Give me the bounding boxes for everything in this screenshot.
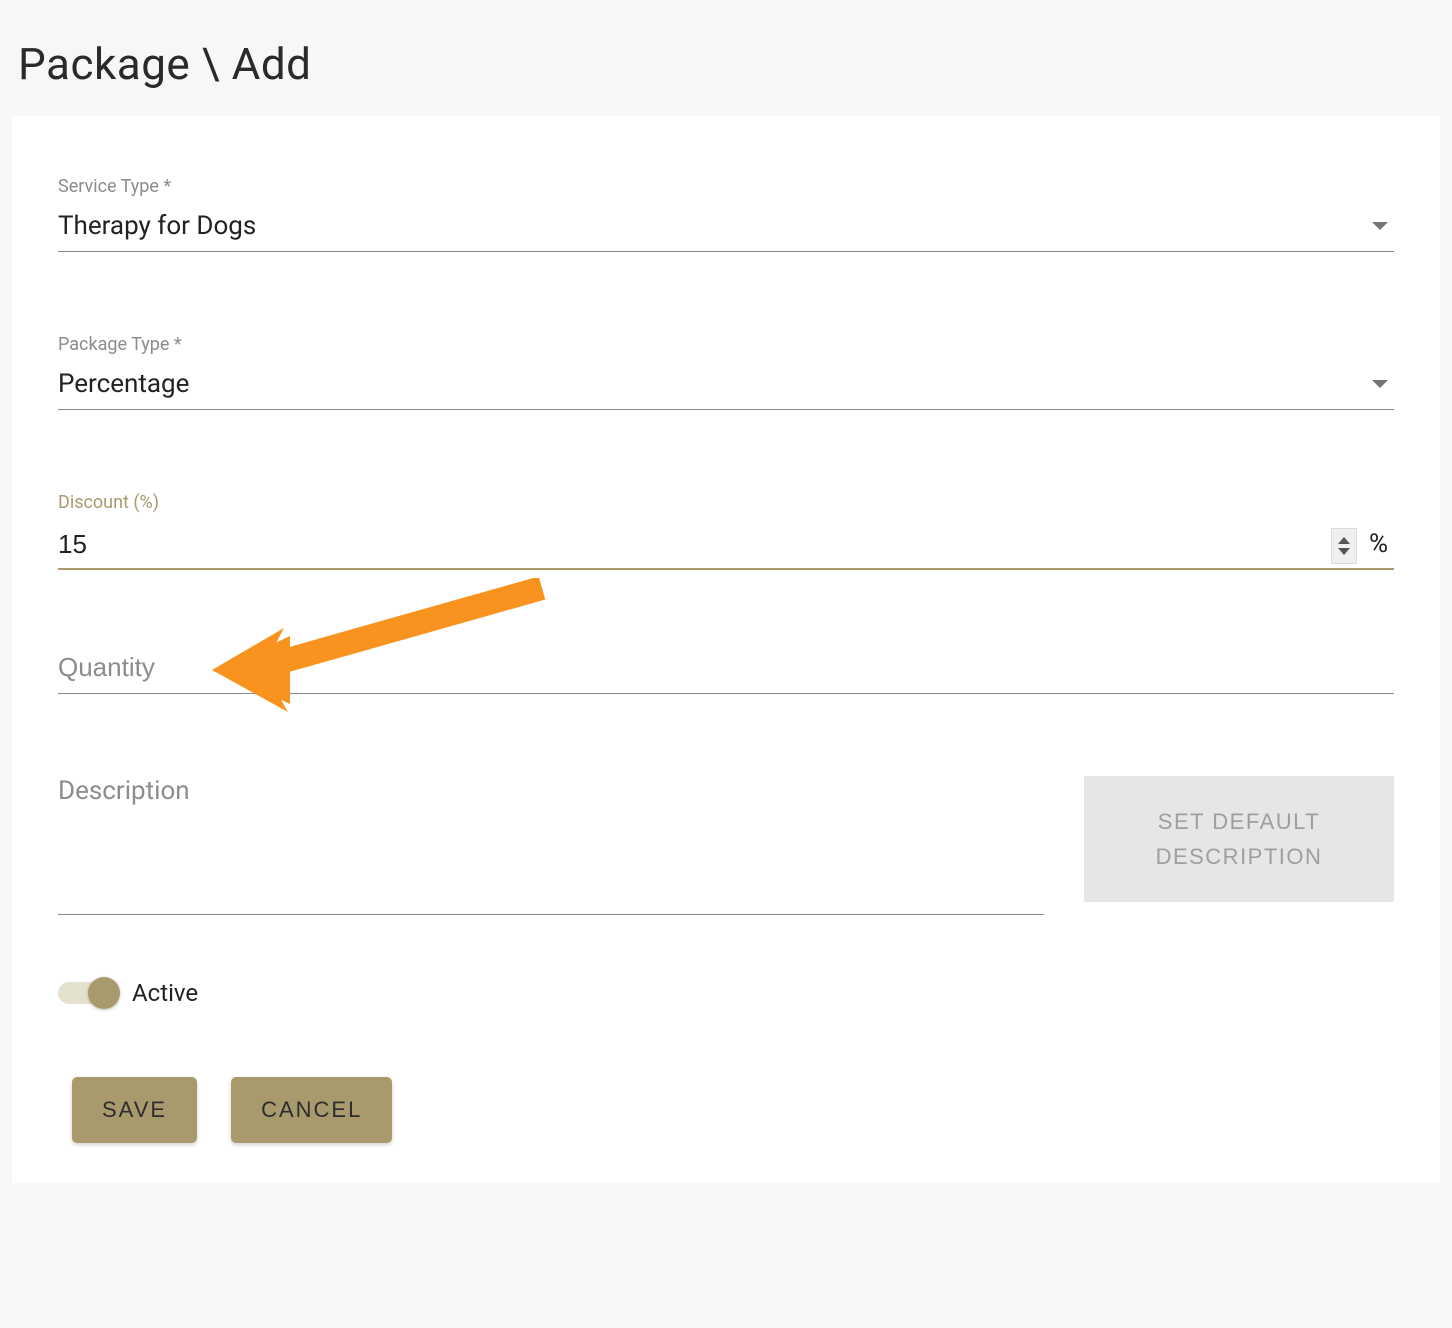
description-label: Description (58, 776, 1044, 806)
package-type-value: Percentage (58, 369, 189, 399)
toggle-knob (88, 977, 120, 1009)
discount-unit: % (1367, 529, 1394, 563)
discount-field: Discount (%) % (58, 492, 1394, 570)
set-default-description-button[interactable]: SET DEFAULT DESCRIPTION (1084, 776, 1394, 902)
service-type-value: Therapy for Dogs (58, 211, 256, 241)
quantity-stepper[interactable] (1331, 528, 1357, 564)
active-row: Active (58, 979, 1394, 1007)
actions-row: SAVE CANCEL (72, 1077, 1394, 1143)
service-type-field: Service Type * Therapy for Dogs (58, 176, 1394, 252)
active-label: Active (132, 979, 198, 1007)
description-block: Description SET DEFAULT DESCRIPTION (58, 776, 1394, 919)
page-title: Package \ Add (18, 38, 1452, 90)
discount-label: Discount (%) (58, 492, 1394, 513)
caret-down-icon (1372, 380, 1388, 388)
description-textarea[interactable] (58, 866, 1044, 915)
quantity-input[interactable] (58, 652, 1394, 683)
service-type-label: Service Type * (58, 176, 1394, 197)
package-type-label: Package Type * (58, 334, 1394, 355)
cancel-button[interactable]: CANCEL (231, 1077, 392, 1143)
step-down-icon[interactable] (1338, 548, 1350, 555)
quantity-field (58, 652, 1394, 694)
discount-input[interactable] (58, 523, 1331, 568)
step-up-icon[interactable] (1338, 537, 1350, 544)
active-toggle[interactable] (58, 982, 114, 1004)
annotation-arrow-icon (212, 578, 572, 718)
package-type-select[interactable]: Percentage (58, 365, 1394, 410)
package-type-field: Package Type * Percentage (58, 334, 1394, 410)
service-type-select[interactable]: Therapy for Dogs (58, 207, 1394, 252)
save-button[interactable]: SAVE (72, 1077, 197, 1143)
caret-down-icon (1372, 222, 1388, 230)
form-card: Service Type * Therapy for Dogs Package … (12, 116, 1440, 1183)
